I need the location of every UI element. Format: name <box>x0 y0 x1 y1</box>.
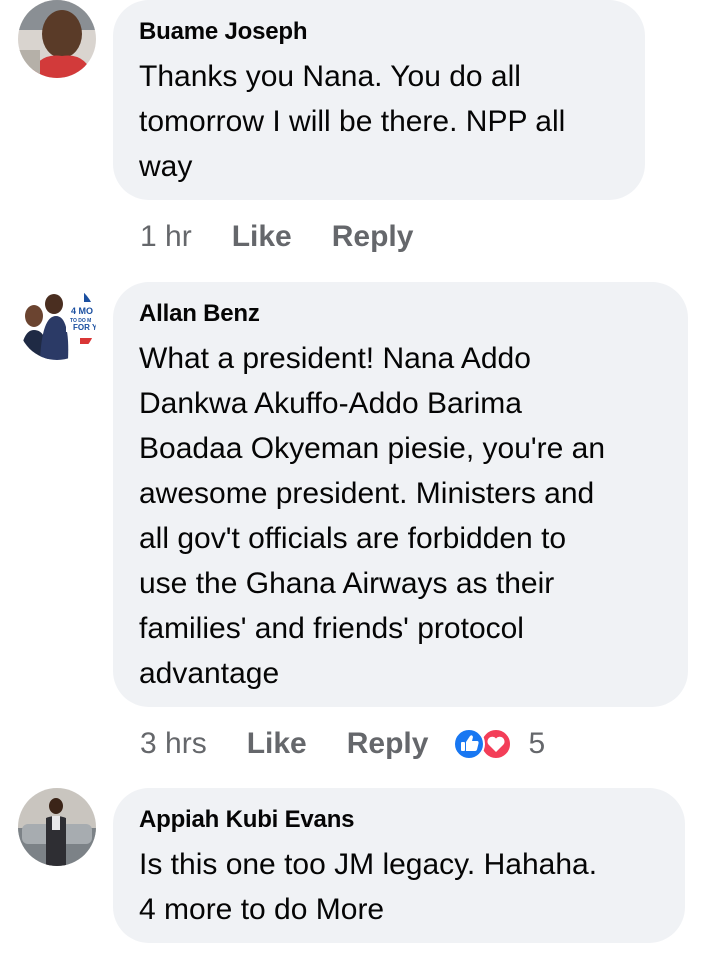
comment-text: What a president! Nana Addo Dankwa Akuff… <box>139 342 606 690</box>
comment-bubble: Allan Benz What a president! Nana Addo D… <box>113 282 688 707</box>
comment-bubble: Appiah Kubi Evans Is this one too JM leg… <box>113 788 685 943</box>
comment-timestamp[interactable]: 3 hrs <box>140 727 207 761</box>
comment-actions: 1 hr Like Reply <box>140 217 453 257</box>
reaction-summary[interactable]: 5 <box>452 727 545 761</box>
avatar[interactable]: 4 MO TO DO M FOR Y <box>18 282 96 360</box>
comment-timestamp[interactable]: 1 hr <box>140 220 192 254</box>
avatar-text-3: FOR Y <box>73 323 96 332</box>
avatar[interactable] <box>18 0 96 78</box>
reply-button[interactable]: Reply <box>347 727 429 761</box>
comment-text: Is this one too JM legacy. Hahaha. 4 mor… <box>139 848 598 926</box>
reply-button[interactable]: Reply <box>332 220 414 254</box>
reaction-icons <box>452 727 516 761</box>
comment-bubble: Buame Joseph Thanks you Nana. You do all… <box>113 0 645 200</box>
comment-author[interactable]: Buame Joseph <box>139 18 619 46</box>
comment-author[interactable]: Appiah Kubi Evans <box>139 806 659 834</box>
avatar-text-1: 4 MO <box>71 306 93 316</box>
avatar[interactable] <box>18 788 96 866</box>
comment-actions: 3 hrs Like Reply 5 <box>140 724 545 764</box>
like-icon <box>453 728 486 760</box>
reaction-count: 5 <box>528 727 546 760</box>
comment-text: Thanks you Nana. You do all tomorrow I w… <box>139 60 566 183</box>
love-icon <box>480 728 513 760</box>
like-button[interactable]: Like <box>247 727 307 761</box>
comment-author[interactable]: Allan Benz <box>139 300 662 328</box>
like-button[interactable]: Like <box>232 220 292 254</box>
